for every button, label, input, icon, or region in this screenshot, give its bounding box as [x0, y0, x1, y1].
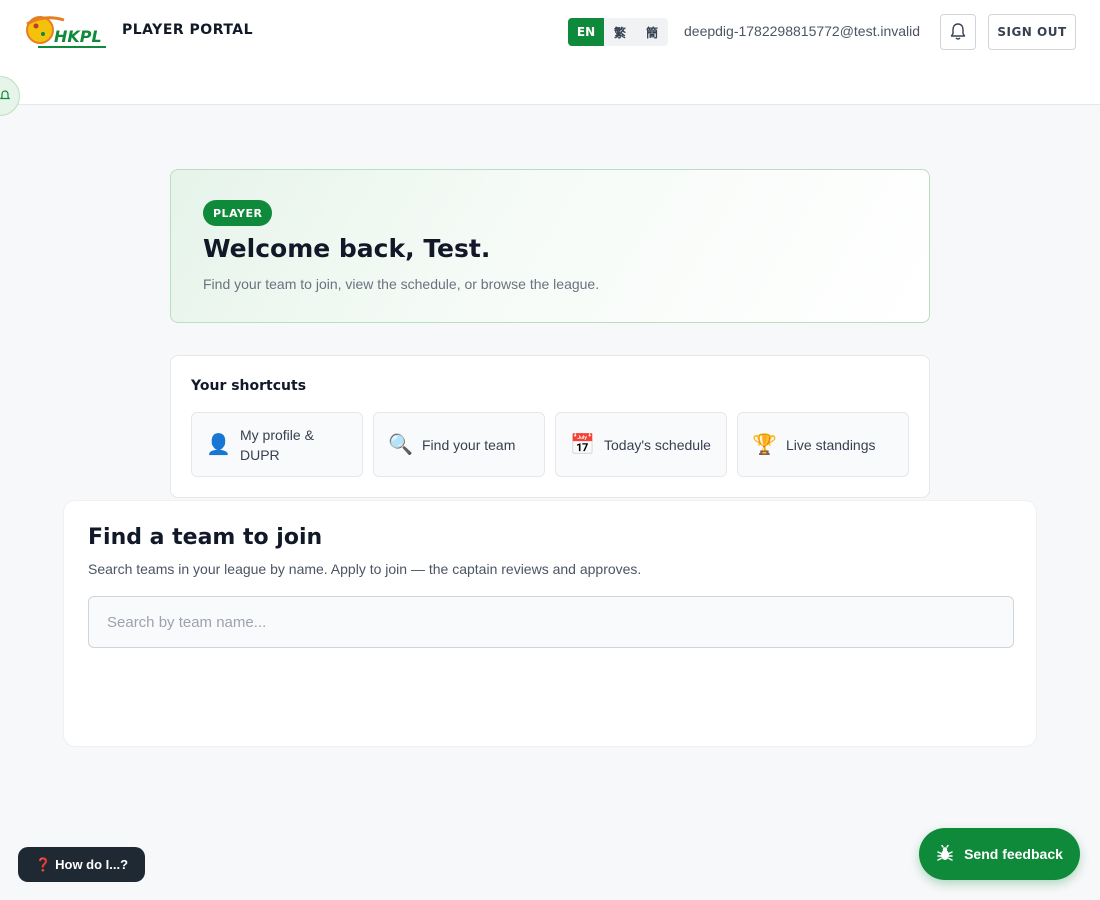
- lang-traditional-chinese-button[interactable]: 繁: [604, 18, 636, 46]
- top-header: HKPL PLAYER PORTAL EN 繁 簡 deepdig-178229…: [0, 0, 1100, 105]
- help-label: How do I...?: [55, 857, 129, 872]
- welcome-card: PLAYER Welcome back, Test. Find your tea…: [170, 169, 930, 323]
- shortcut-todays-schedule[interactable]: 📅 Today's schedule: [555, 412, 727, 477]
- shortcut-label: Find your team: [422, 436, 516, 453]
- bell-icon: [0, 90, 10, 100]
- welcome-subtitle: Find your team to join, view the schedul…: [203, 276, 600, 292]
- role-badge: PLAYER: [203, 200, 273, 226]
- help-button[interactable]: ❓ How do I...?: [18, 847, 145, 882]
- language-switcher: EN 繁 簡: [568, 18, 668, 46]
- sign-out-button[interactable]: SIGN OUT: [988, 14, 1076, 50]
- lang-simplified-chinese-button[interactable]: 簡: [636, 18, 668, 46]
- lang-en-button[interactable]: EN: [568, 18, 604, 46]
- shortcuts-title: Your shortcuts: [191, 378, 307, 394]
- trophy-icon: 🏆: [752, 434, 777, 456]
- calendar-icon: 📅: [570, 434, 595, 456]
- shortcut-live-standings[interactable]: 🏆 Live standings: [737, 412, 909, 477]
- team-search-input[interactable]: [88, 596, 1014, 648]
- question-icon: ❓: [34, 856, 52, 872]
- find-team-title: Find a team to join: [88, 525, 323, 550]
- feedback-label: Send feedback: [964, 846, 1063, 862]
- shortcut-find-team[interactable]: 🔍 Find your team: [373, 412, 545, 477]
- shortcut-my-profile[interactable]: 👤 My profile & DUPR: [191, 412, 363, 477]
- notifications-button[interactable]: [940, 14, 976, 50]
- shortcut-label: My profile & DUPR: [240, 426, 314, 463]
- shortcut-label: Today's schedule: [604, 436, 711, 453]
- find-team-subtitle: Search teams in your league by name. App…: [88, 561, 642, 577]
- send-feedback-button[interactable]: Send feedback: [919, 828, 1080, 880]
- portal-title: PLAYER PORTAL: [122, 22, 254, 38]
- find-team-card: Find a team to join Search teams in your…: [63, 500, 1037, 747]
- svg-text:HKPL: HKPL: [54, 27, 102, 46]
- hkpl-logo[interactable]: HKPL: [24, 12, 110, 52]
- welcome-title: Welcome back, Test.: [203, 234, 491, 263]
- user-email: deepdig-1782298815772@test.invalid: [684, 23, 921, 39]
- bug-icon: [937, 845, 953, 861]
- search-icon: 🔍: [388, 434, 413, 456]
- bell-icon: [950, 23, 966, 40]
- shortcuts-card: Your shortcuts 👤 My profile & DUPR 🔍 Fin…: [170, 355, 930, 498]
- shortcut-label: Live standings: [786, 436, 876, 453]
- user-icon: 👤: [206, 434, 231, 456]
